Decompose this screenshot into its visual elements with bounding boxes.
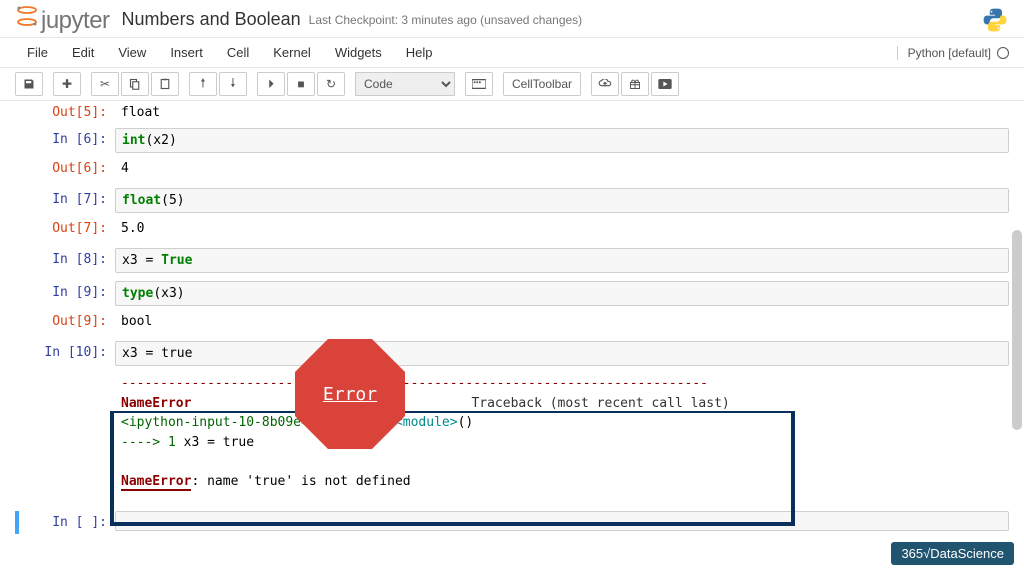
menu-file[interactable]: File [15, 39, 60, 66]
code-cell[interactable]: type(x3) [115, 281, 1009, 306]
jupyter-icon [15, 4, 39, 28]
in-prompt: In [8]: [15, 248, 115, 273]
code-cell[interactable]: x3 = True [115, 248, 1009, 273]
copy-button[interactable] [121, 72, 149, 96]
menu-kernel[interactable]: Kernel [261, 39, 323, 66]
annotation-box-top [110, 411, 795, 413]
out-prompt: Out[6]: [15, 157, 115, 180]
in-prompt: In [10]: [15, 341, 115, 366]
notebook-title[interactable]: Numbers and Boolean [122, 9, 301, 30]
menu-view[interactable]: View [106, 39, 158, 66]
move-down-button[interactable]: 🠗 [219, 72, 247, 96]
menu-edit[interactable]: Edit [60, 39, 106, 66]
save-button[interactable] [15, 72, 43, 96]
command-palette-button[interactable] [465, 72, 493, 96]
out-prompt: Out[7]: [15, 217, 115, 240]
gift-button[interactable] [621, 72, 649, 96]
code-cell[interactable]: x3 = true [115, 341, 1009, 366]
jupyter-logo[interactable]: jupyter [15, 4, 110, 35]
menu-cell[interactable]: Cell [215, 39, 261, 66]
out-prompt: Out[9]: [15, 310, 115, 333]
error-badge: Error [295, 339, 405, 449]
in-prompt: In [6]: [15, 128, 115, 153]
output-text: float [115, 101, 1009, 124]
cloud-upload-button[interactable] [591, 72, 619, 96]
annotation-box [110, 411, 795, 526]
cut-button[interactable]: ✂ [91, 72, 119, 96]
logo-text: jupyter [41, 7, 110, 35]
add-cell-button[interactable]: ✚ [53, 72, 81, 96]
output-text: 5.0 [115, 217, 1009, 240]
video-button[interactable] [651, 72, 679, 96]
datascience-badge: 365√DataScience [891, 542, 1014, 565]
scrollbar[interactable] [1012, 230, 1022, 430]
celltype-select[interactable]: Code [355, 72, 455, 96]
kernel-status-icon [997, 47, 1009, 59]
output-text: bool [115, 310, 1009, 333]
code-cell[interactable]: float(5) [115, 188, 1009, 213]
notebook-area[interactable]: Out[5]: float In [6]: int(x2) Out[6]: 4 … [0, 101, 1024, 540]
menu-insert[interactable]: Insert [158, 39, 215, 66]
celltoolbar-button[interactable]: CellToolbar [503, 72, 581, 96]
in-prompt: In [ ]: [15, 511, 115, 534]
run-button[interactable]: ⏵ [257, 72, 285, 96]
code-cell[interactable]: int(x2) [115, 128, 1009, 153]
paste-button[interactable] [151, 72, 179, 96]
in-prompt: In [7]: [15, 188, 115, 213]
move-up-button[interactable]: 🠕 [189, 72, 217, 96]
menu-widgets[interactable]: Widgets [323, 39, 394, 66]
python-icon [981, 6, 1009, 34]
out-prompt: Out[5]: [15, 101, 115, 124]
output-text: 4 [115, 157, 1009, 180]
kernel-name: Python [default] [908, 46, 991, 60]
menu-help[interactable]: Help [394, 39, 445, 66]
checkpoint-status: Last Checkpoint: 3 minutes ago (unsaved … [309, 13, 583, 27]
restart-button[interactable]: ↻ [317, 72, 345, 96]
stop-button[interactable]: ■ [287, 72, 315, 96]
in-prompt: In [9]: [15, 281, 115, 306]
